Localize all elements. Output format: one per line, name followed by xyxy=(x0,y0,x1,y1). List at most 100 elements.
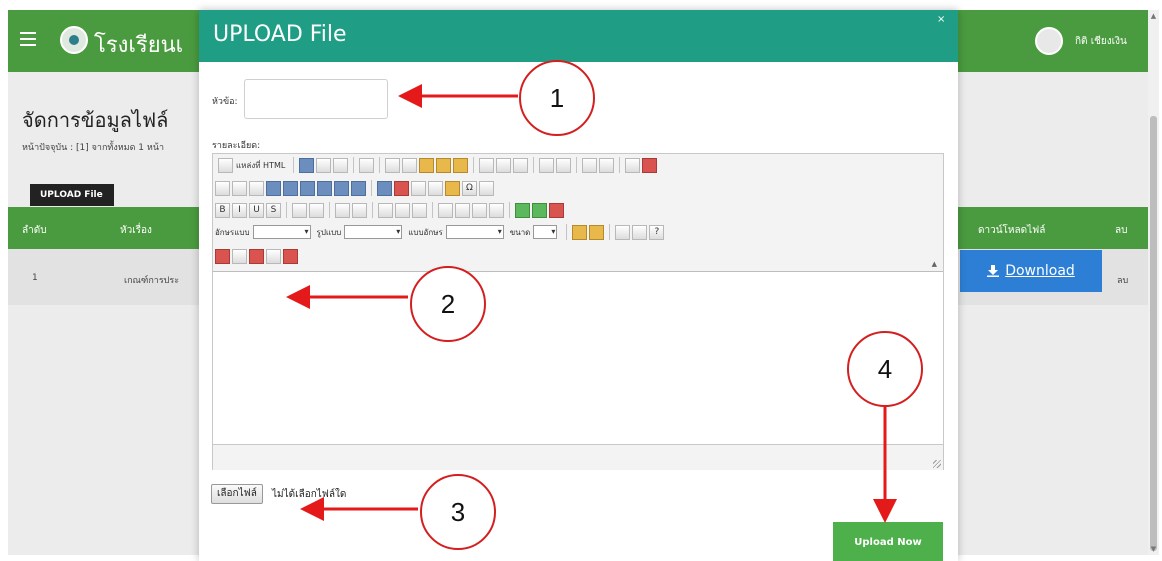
detail-label: รายละเอียด: xyxy=(212,141,261,151)
menu-icon[interactable] xyxy=(20,32,36,46)
format-label: รูปแบบ xyxy=(316,227,342,237)
italic-icon[interactable]: I xyxy=(232,202,247,218)
rich-text-editor: แหล่งที่ HTML Ω B I U S อักษรแบบ ▾ รูปแบ… xyxy=(212,153,944,470)
new-page-icon[interactable] xyxy=(316,157,332,173)
format-selector[interactable]: รูปแบบ xyxy=(317,225,403,239)
style-dropdown[interactable] xyxy=(445,225,504,239)
unlink-icon[interactable] xyxy=(532,202,547,218)
youtube-icon[interactable] xyxy=(283,248,298,264)
replace-icon[interactable] xyxy=(599,157,615,173)
maximize-icon[interactable] xyxy=(615,224,631,240)
button-field-icon[interactable] xyxy=(317,180,332,196)
scroll-thumb[interactable] xyxy=(1150,116,1157,551)
align-center-icon[interactable] xyxy=(455,202,470,218)
scroll-up-icon[interactable]: ▲ xyxy=(1150,12,1157,20)
scroll-down-icon[interactable]: ▼ xyxy=(1150,545,1157,553)
image-icon[interactable] xyxy=(377,180,392,196)
paste-text-icon[interactable] xyxy=(436,157,452,173)
undo-icon[interactable] xyxy=(539,157,555,173)
remove-format-icon[interactable] xyxy=(642,157,658,173)
blockquote-icon[interactable] xyxy=(412,202,427,218)
bold-icon[interactable]: B xyxy=(215,202,230,218)
anchor-icon[interactable] xyxy=(549,202,564,218)
size-label: ขนาด xyxy=(509,227,531,237)
radio-icon[interactable] xyxy=(249,180,264,196)
select-field-icon[interactable] xyxy=(300,180,315,196)
horizontal-rule-icon[interactable] xyxy=(428,180,443,196)
font-selector[interactable]: อักษรแบบ xyxy=(215,225,311,239)
align-right-icon[interactable] xyxy=(472,202,487,218)
preview-icon[interactable] xyxy=(333,157,349,173)
topic-input[interactable] xyxy=(244,79,388,119)
hidden-field-icon[interactable] xyxy=(351,180,366,196)
select-all-icon[interactable] xyxy=(625,157,641,173)
special-char-icon[interactable]: Ω xyxy=(462,180,477,196)
spellcheck-icon[interactable] xyxy=(496,157,512,173)
plugin-c-icon[interactable] xyxy=(266,248,281,264)
outdent-icon[interactable] xyxy=(378,202,393,218)
numbered-list-icon[interactable] xyxy=(335,202,350,218)
choose-file-button[interactable]: เลือกไฟล์ xyxy=(211,484,263,504)
page-break-icon[interactable] xyxy=(479,180,494,196)
copy-icon[interactable] xyxy=(402,157,418,173)
smiley-icon[interactable] xyxy=(445,180,460,196)
link-icon[interactable] xyxy=(515,202,530,218)
subscript-icon[interactable] xyxy=(292,202,307,218)
plugin-b-icon[interactable] xyxy=(232,248,247,264)
editor-content-area[interactable] xyxy=(213,274,943,444)
source-icon xyxy=(218,157,233,173)
redo-icon[interactable] xyxy=(556,157,572,173)
close-icon[interactable]: × xyxy=(937,14,945,25)
image-button-icon[interactable] xyxy=(334,180,349,196)
paste-word-icon[interactable] xyxy=(453,157,469,173)
scayt-icon[interactable] xyxy=(513,157,529,173)
align-left-icon[interactable] xyxy=(438,202,453,218)
form-icon[interactable] xyxy=(215,180,230,196)
font-dropdown[interactable] xyxy=(252,225,311,239)
source-label: แหล่งที่ HTML xyxy=(236,160,286,170)
pager-text: หน้าปัจจุบัน : [1] จากทั้งหมด 1 หน้า xyxy=(22,143,165,153)
circle-icon[interactable] xyxy=(249,248,264,264)
find-icon[interactable] xyxy=(582,157,598,173)
background-color-icon[interactable] xyxy=(589,224,605,240)
templates-icon[interactable] xyxy=(359,157,375,173)
toolbar-collapse-icon[interactable]: ▲ xyxy=(932,260,937,268)
text-color-icon[interactable] xyxy=(572,224,588,240)
underline-icon[interactable]: U xyxy=(249,202,264,218)
user-name[interactable]: กิติ เชียงเงิน xyxy=(1075,34,1127,49)
download-button[interactable]: Download xyxy=(960,250,1102,292)
source-button[interactable]: แหล่งที่ HTML xyxy=(215,157,288,173)
align-justify-icon[interactable] xyxy=(489,202,504,218)
upload-now-button[interactable]: Upload Now xyxy=(833,522,943,561)
table-icon[interactable] xyxy=(411,180,426,196)
row-no: 1 xyxy=(32,273,38,283)
textfield-icon[interactable] xyxy=(266,180,281,196)
user-avatar[interactable] xyxy=(1035,27,1063,55)
superscript-icon[interactable] xyxy=(309,202,324,218)
size-selector[interactable]: ขนาด xyxy=(510,225,558,239)
resize-grip-icon[interactable] xyxy=(933,460,941,468)
modal-header: UPLOAD File × xyxy=(199,10,958,62)
row-topic: เกณฑ์การประ xyxy=(124,276,180,286)
style-selector[interactable]: แบบอักษร xyxy=(408,225,504,239)
row-delete-link[interactable]: ลบ xyxy=(1117,273,1128,287)
paste-icon[interactable] xyxy=(419,157,435,173)
about-icon[interactable]: ? xyxy=(649,224,665,240)
save-icon[interactable] xyxy=(299,157,315,173)
flash-icon[interactable] xyxy=(394,180,409,196)
show-blocks-icon[interactable] xyxy=(632,224,648,240)
upload-file-tab[interactable]: UPLOAD File xyxy=(30,184,114,206)
cut-icon[interactable] xyxy=(385,157,401,173)
strike-icon[interactable]: S xyxy=(266,202,281,218)
indent-icon[interactable] xyxy=(395,202,410,218)
format-dropdown[interactable] xyxy=(344,225,403,239)
size-dropdown[interactable] xyxy=(533,225,558,239)
header-delete: ลบ xyxy=(1115,225,1128,236)
textarea-icon[interactable] xyxy=(283,180,298,196)
checkbox-icon[interactable] xyxy=(232,180,247,196)
print-icon[interactable] xyxy=(479,157,495,173)
page-scrollbar[interactable]: ▲ ▼ xyxy=(1148,10,1159,555)
bulleted-list-icon[interactable] xyxy=(352,202,367,218)
plugin-a-icon[interactable] xyxy=(215,248,230,264)
header-no: ลำดับ xyxy=(22,225,47,236)
